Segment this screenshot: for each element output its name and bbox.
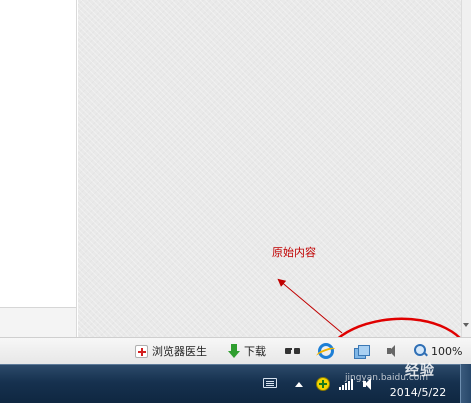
browser-status-bar: 浏览器医生 下载 100% (0, 337, 471, 364)
ie-logo-icon (318, 343, 334, 359)
speaker-icon (386, 344, 402, 358)
compatibility-view-icon (354, 344, 370, 359)
annotation-label: 原始内容 (272, 246, 316, 259)
download-button[interactable]: 下载 (228, 342, 266, 360)
clock-date: 2014/5/22 (389, 386, 447, 399)
compatibility-view-button[interactable] (354, 342, 370, 360)
download-label: 下载 (244, 345, 266, 358)
ie-core-button[interactable] (318, 342, 334, 360)
magnifier-icon (414, 344, 428, 358)
tray-expand-icon[interactable] (295, 382, 303, 387)
360-guard-icon[interactable] (316, 377, 330, 391)
zoom-button[interactable]: 100% (414, 342, 462, 360)
page-background-pattern (78, 0, 461, 337)
incognito-button[interactable] (285, 342, 301, 360)
glasses-icon (285, 346, 301, 356)
browser-doctor-label: 浏览器医生 (152, 345, 207, 358)
show-desktop-button[interactable] (460, 364, 471, 403)
scroll-down-arrow-icon[interactable] (463, 323, 469, 327)
mute-button[interactable] (386, 342, 402, 360)
vertical-scrollbar[interactable] (461, 0, 471, 337)
zoom-level: 100% (431, 344, 463, 358)
download-arrow-icon (228, 344, 240, 358)
browser-doctor-icon (135, 344, 148, 358)
watermark-url: jingyan.baidu.com (345, 373, 429, 383)
browser-doctor-button[interactable]: 浏览器医生 (135, 342, 207, 360)
page-blank-area (0, 0, 77, 307)
page-footer-strip (0, 307, 77, 337)
keyboard-icon[interactable] (263, 378, 277, 388)
